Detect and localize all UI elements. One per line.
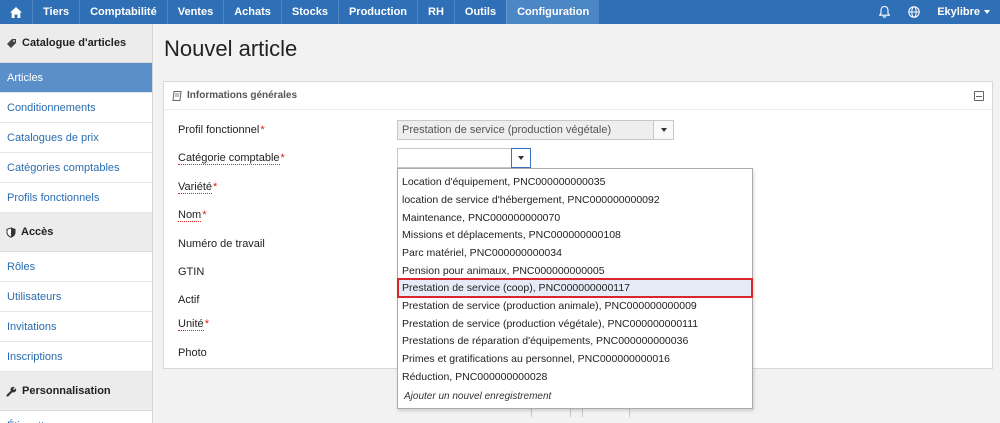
categorie-comptable-dropdown: Location d'équipement, PNC000000000035 l… <box>397 168 753 409</box>
dropdown-option[interactable]: Location d'équipement, PNC000000000035 <box>398 173 752 191</box>
dropdown-option[interactable]: Missions et déplacements, PNC00000000010… <box>398 226 752 244</box>
label-nom: Nom* <box>178 209 207 222</box>
dropdown-option[interactable]: location de service d'hébergement, PNC00… <box>398 191 752 209</box>
sidebar-section-personnalisation: Personnalisation <box>0 372 152 411</box>
label-actif: Actif <box>178 294 200 306</box>
add-new-record-link[interactable]: Ajouter un nouvel enregistrement <box>404 391 551 402</box>
menu-tiers[interactable]: Tiers <box>32 0 79 24</box>
sidebar-item-articles[interactable]: Articles <box>0 63 152 93</box>
menu-comptabilite[interactable]: Comptabilité <box>79 0 167 24</box>
dropdown-option[interactable]: Réduction, PNC000000000028 <box>398 368 752 386</box>
chevron-down-icon <box>660 128 667 132</box>
user-name: Ekylibre <box>937 6 980 18</box>
panel-title: Informations générales <box>187 90 298 101</box>
user-menu[interactable]: Ekylibre <box>929 0 1000 24</box>
dropdown-option[interactable]: Parc matériel, PNC000000000034 <box>398 244 752 262</box>
sidebar-section-title: Personnalisation <box>22 385 111 397</box>
panel-header: Informations générales <box>164 82 992 110</box>
menu-achats[interactable]: Achats <box>223 0 281 24</box>
notifications-button[interactable] <box>869 0 899 24</box>
dropdown-option[interactable]: Pension pour animaux, PNC000000000005 <box>398 262 752 280</box>
sidebar-item-profils-fonctionnels[interactable]: Profils fonctionnels <box>0 183 152 213</box>
collapse-panel-button[interactable] <box>974 91 984 101</box>
categorie-comptable-input[interactable] <box>397 148 531 168</box>
globe-icon <box>908 6 920 18</box>
page-title: Nouvel article <box>164 36 298 61</box>
sidebar-section-title: Catalogue d'articles <box>22 37 127 49</box>
sidebar-item-invitations[interactable]: Invitations <box>0 312 152 342</box>
label-gtin: GTIN <box>178 266 205 278</box>
label-numero-de-travail: Numéro de travail <box>178 238 265 250</box>
dropdown-option-highlighted[interactable]: Prestation de service (coop), PNC0000000… <box>397 278 753 298</box>
dropdown-option[interactable]: Primes et gratifications au personnel, P… <box>398 350 752 368</box>
profil-fonctionnel-select[interactable]: Prestation de service (production végéta… <box>397 120 674 140</box>
language-button[interactable] <box>899 0 929 24</box>
bell-icon <box>878 6 890 18</box>
main-menu: Tiers Comptabilité Ventes Achats Stocks … <box>32 0 600 24</box>
sidebar-item-etiquettes[interactable]: Étiquettes <box>0 411 152 423</box>
sidebar-item-conditionnements[interactable]: Conditionnements <box>0 93 152 123</box>
home-icon <box>10 6 22 18</box>
sidebar-item-categories-comptables[interactable]: Catégories comptables <box>0 153 152 183</box>
label-profil-fonctionnel: Profil fonctionnel* <box>178 124 265 136</box>
dropdown-option[interactable]: Maintenance, PNC000000000070 <box>398 209 752 227</box>
menu-production[interactable]: Production <box>337 0 417 24</box>
profil-fonctionnel-value: Prestation de service (production végéta… <box>402 124 612 136</box>
sidebar-section-catalogue: Catalogue d'articles <box>0 24 152 63</box>
dropdown-option[interactable]: Prestations de réparation d'équipements,… <box>398 332 752 350</box>
categorie-dropdown-toggle[interactable] <box>511 148 531 168</box>
menu-outils[interactable]: Outils <box>453 0 506 24</box>
sidebar-item-roles[interactable]: Rôles <box>0 252 152 282</box>
label-categorie-comptable: Catégorie comptable* <box>178 152 285 165</box>
chevron-down-icon <box>518 156 524 160</box>
topbar-right: Ekylibre <box>869 0 1000 24</box>
dropdown-option[interactable]: Prestation de service (production végéta… <box>398 315 752 333</box>
sidebar-section-acces: Accès <box>0 213 152 252</box>
menu-rh[interactable]: RH <box>417 0 454 24</box>
home-button[interactable] <box>0 0 32 24</box>
tag-icon <box>7 38 16 48</box>
sidebar-item-utilisateurs[interactable]: Utilisateurs <box>0 282 152 312</box>
profil-dropdown-toggle[interactable] <box>653 121 673 139</box>
chevron-down-icon <box>984 10 990 14</box>
dropdown-option[interactable]: Prestation de service (production animal… <box>398 297 752 315</box>
sidebar-item-inscriptions[interactable]: Inscriptions <box>0 342 152 372</box>
label-variete: Variété* <box>178 181 218 194</box>
sidebar-section-title: Accès <box>21 226 54 238</box>
menu-ventes[interactable]: Ventes <box>166 0 223 24</box>
label-unite: Unité* <box>178 318 209 331</box>
sidebar-item-catalogues-de-prix[interactable]: Catalogues de prix <box>0 123 152 153</box>
wrench-icon <box>6 386 17 397</box>
top-navigation-bar: Tiers Comptabilité Ventes Achats Stocks … <box>0 0 1000 24</box>
shield-icon <box>6 227 16 238</box>
sidebar: Catalogue d'articles Articles Conditionn… <box>0 24 153 423</box>
menu-configuration[interactable]: Configuration <box>506 0 600 24</box>
menu-stocks[interactable]: Stocks <box>280 0 338 24</box>
label-photo: Photo <box>178 347 207 359</box>
book-icon <box>172 90 182 101</box>
